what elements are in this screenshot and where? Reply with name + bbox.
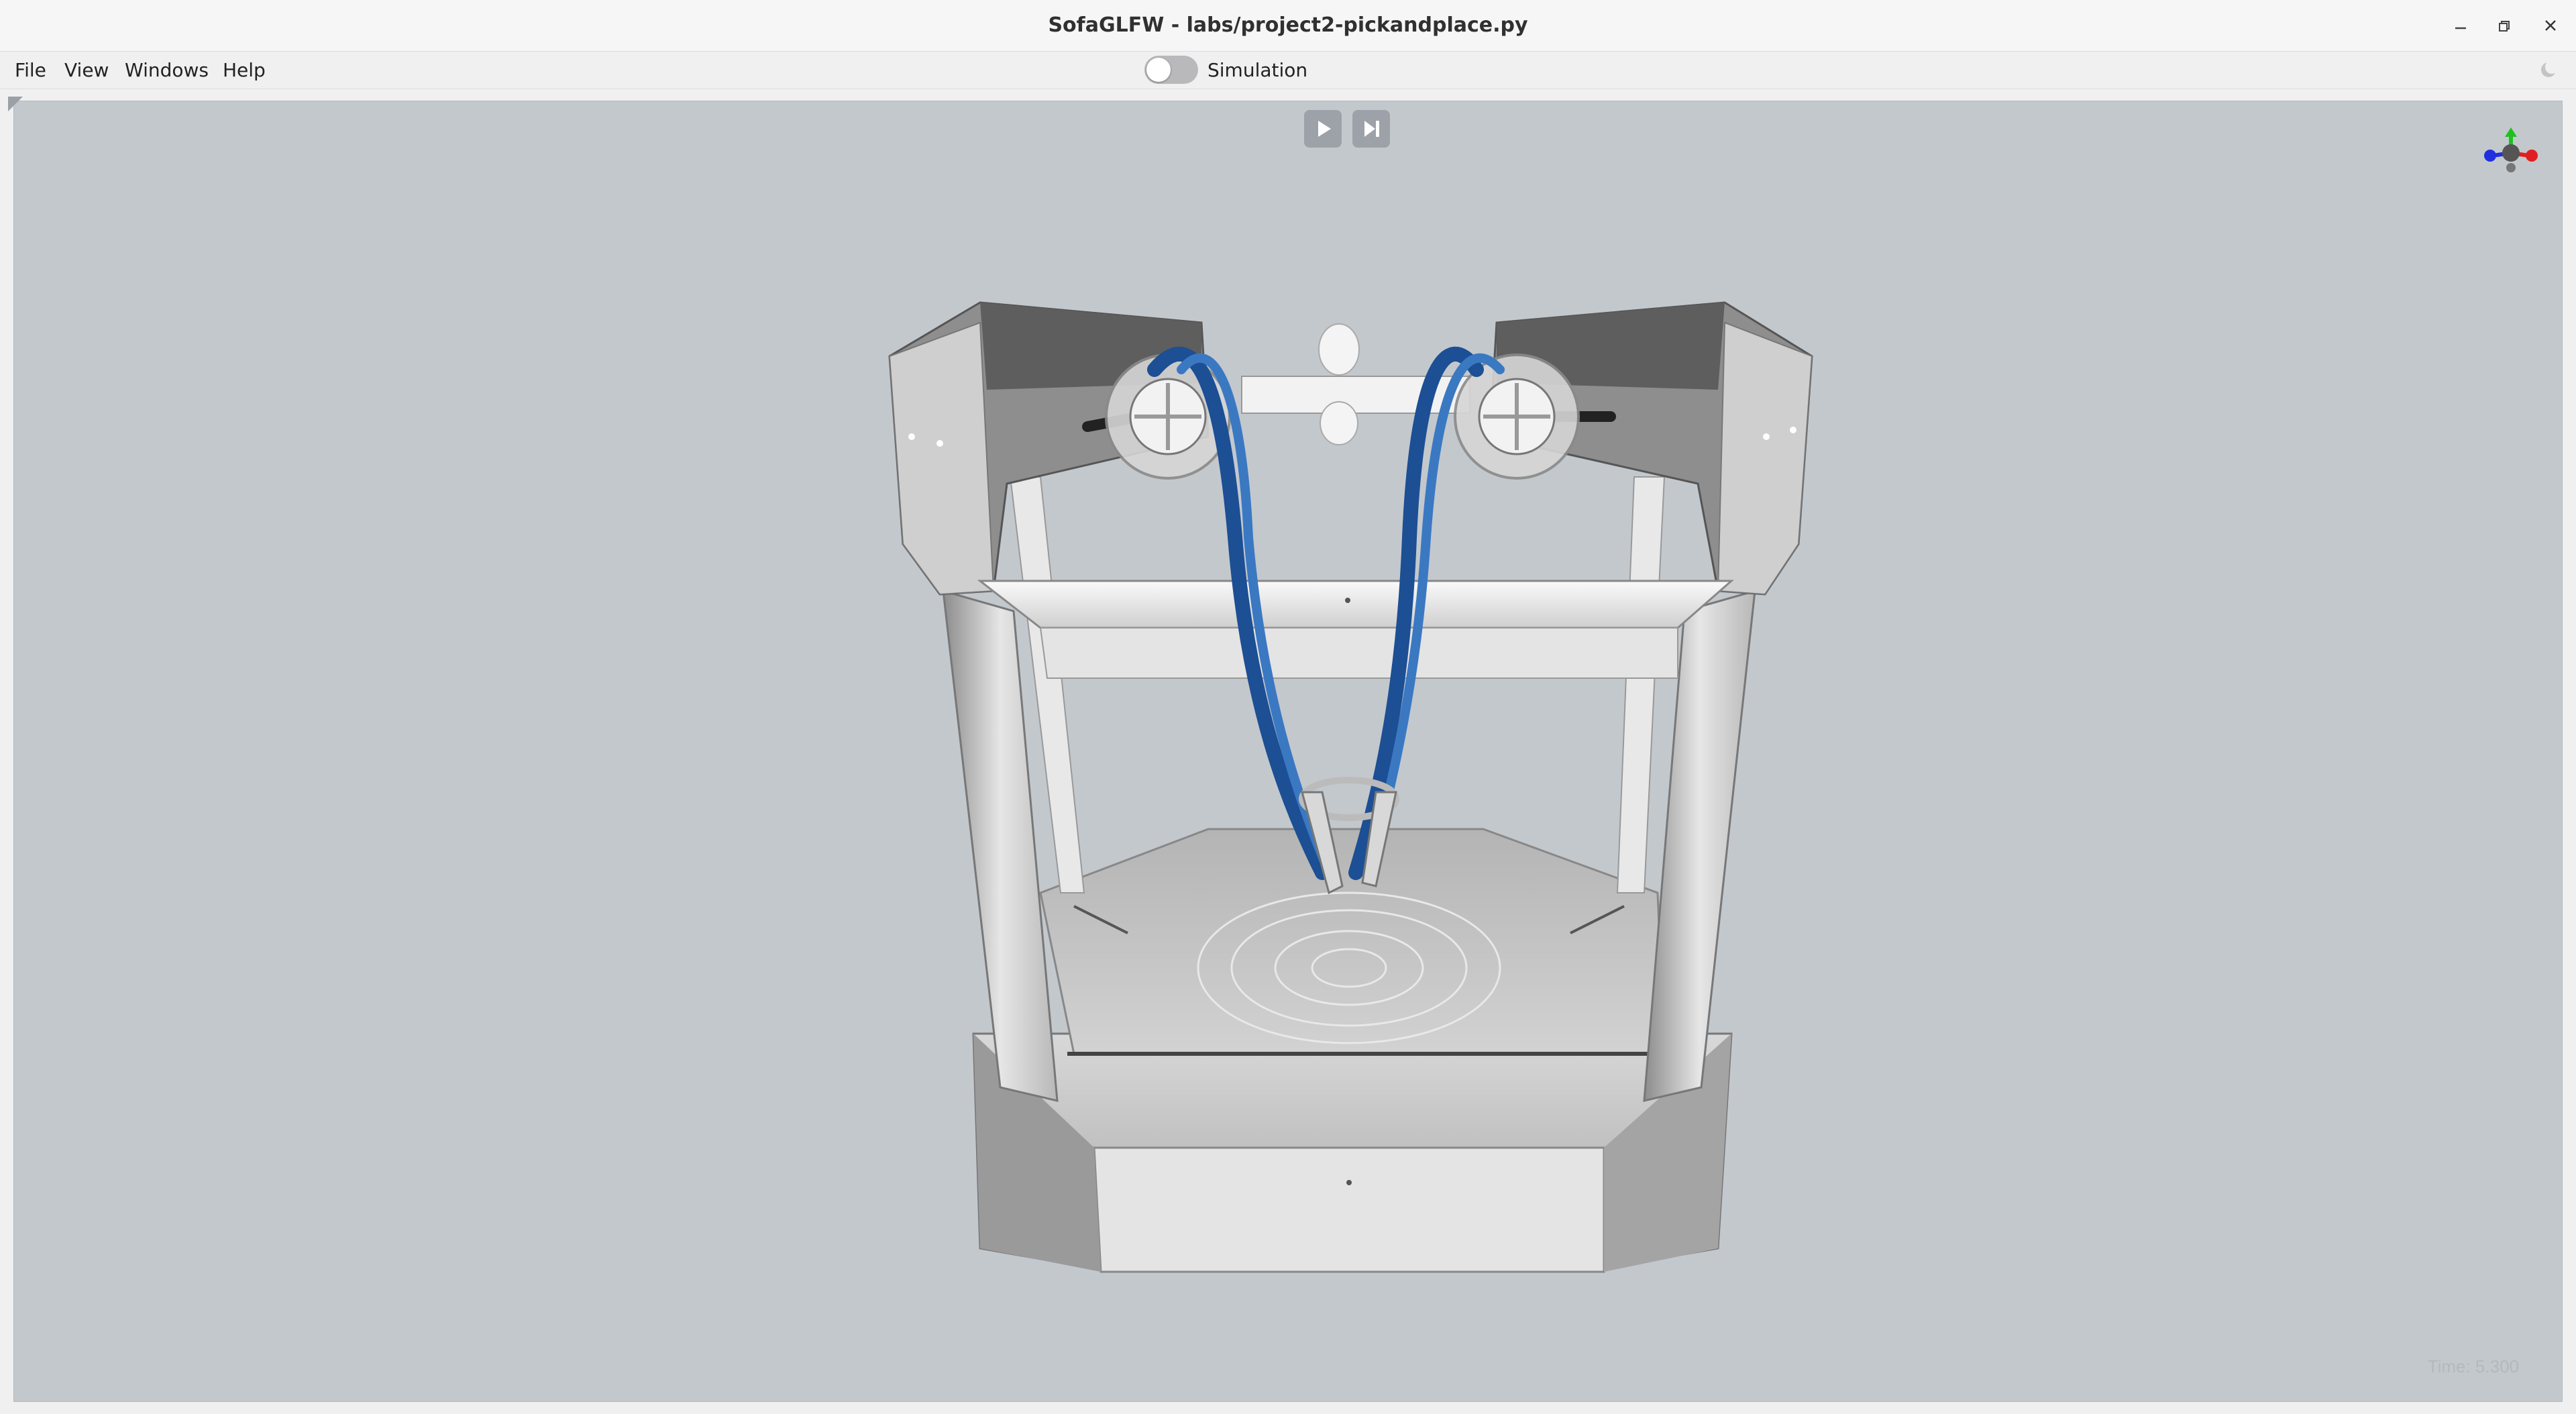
menu-view[interactable]: View [64,52,109,89]
play-button[interactable] [1304,110,1342,148]
menu-file[interactable]: File [15,52,46,89]
menu-help[interactable]: Help [223,52,266,89]
minimize-icon[interactable] [2446,12,2475,39]
toggle-knob [1146,58,1171,82]
rear-post-right [1616,476,1666,893]
step-forward-icon [1364,121,1379,137]
play-icon [1318,121,1331,137]
step-button[interactable] [1352,110,1390,148]
title-bar: SofaGLFW - labs/project2-pickandplace.py [0,0,2576,52]
menu-windows[interactable]: Windows [125,52,209,89]
base-front-face [1093,1146,1605,1273]
simulation-time: Time: 5.300 [2427,1356,2519,1376]
moon-icon[interactable] [2540,61,2557,78]
axis-gizmo-icon[interactable] [2481,126,2541,180]
top-frame-front-bar [977,580,1734,629]
simulation-toggle[interactable] [1144,56,1198,84]
restore-icon[interactable] [2490,12,2520,39]
robot-scene [888,301,1813,1273]
close-icon[interactable] [2536,12,2565,39]
simulation-label: Simulation [1208,59,1308,81]
viewport-corner-handle[interactable] [8,97,23,111]
3d-viewport[interactable]: Time: 5.300 [13,101,2563,1402]
window-title: SofaGLFW - labs/project2-pickandplace.py [1048,13,1528,37]
